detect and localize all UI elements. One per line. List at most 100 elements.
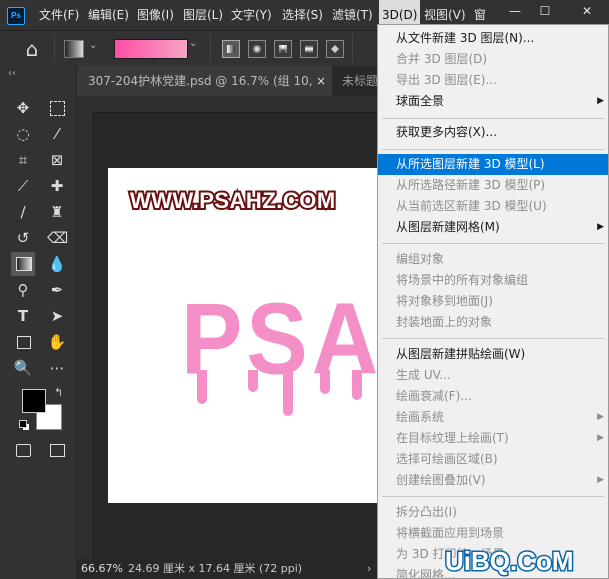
menu-item-new-3d-layer-from-file[interactable]: 从文件新建 3D 图层(N)... bbox=[378, 28, 608, 49]
menu-separator bbox=[382, 243, 604, 244]
path-selection-tool-icon[interactable]: ➤ bbox=[47, 306, 67, 326]
menu-item-paint-on-target-texture[interactable]: 在目标纹理上绘画(T) ▶ bbox=[378, 428, 608, 449]
zoom-level[interactable]: 66.67% bbox=[81, 559, 123, 579]
menu-item-merge-3d-layers[interactable]: 合并 3D 图层(D) bbox=[378, 49, 608, 70]
frame-tool-icon[interactable]: ⊠ bbox=[47, 150, 67, 170]
linear-gradient-button[interactable] bbox=[222, 40, 240, 58]
menu-item-generate-uv[interactable]: 生成 UV... bbox=[378, 365, 608, 386]
paint-drip bbox=[197, 370, 207, 404]
menu-item-split-extrusion[interactable]: 拆分凸出(I) bbox=[378, 502, 608, 523]
move-tool-icon[interactable]: ✥ bbox=[13, 98, 33, 118]
watermark-logo: UiBQ.CoM bbox=[444, 545, 576, 578]
menu-separator bbox=[382, 338, 604, 339]
angle-gradient-button[interactable] bbox=[274, 40, 292, 58]
doc-tab-2[interactable]: 未标题 bbox=[342, 66, 377, 96]
eyedropper-tool-icon[interactable]: ⟋ bbox=[13, 176, 33, 196]
paint-drip bbox=[248, 370, 258, 392]
history-brush-tool-icon[interactable]: ↺ bbox=[13, 228, 33, 248]
3d-dropdown-menu: 从文件新建 3D 图层(N)... 合并 3D 图层(D) 导出 3D 图层(E… bbox=[377, 24, 609, 579]
menu-item-new-mesh-from-layer[interactable]: 从图层新建网格(M) ▶ bbox=[378, 217, 608, 238]
menu-layer[interactable]: 图层(L) bbox=[183, 0, 223, 30]
menu-item-label: 创建绘图叠加(V) bbox=[396, 473, 486, 487]
menu-item-select-paintable-areas[interactable]: 选择可绘画区域(B) bbox=[378, 449, 608, 470]
brush-tool-icon[interactable]: ∕ bbox=[13, 202, 33, 222]
close-window-button[interactable]: ✕ bbox=[572, 0, 602, 22]
menu-item-apply-cross-section[interactable]: 将横截面应用到场景 bbox=[378, 523, 608, 544]
menu-select[interactable]: 选择(S) bbox=[282, 0, 323, 30]
submenu-arrow-icon: ▶ bbox=[597, 222, 604, 232]
status-chevron-icon[interactable]: › bbox=[367, 559, 371, 579]
zoom-tool-icon[interactable]: 🔍 bbox=[13, 358, 33, 378]
close-tab-icon[interactable]: × bbox=[316, 66, 330, 96]
magic-wand-tool-icon[interactable]: ⁄ bbox=[47, 124, 67, 144]
gradient-tool-preset-icon[interactable] bbox=[64, 40, 84, 58]
vertical-ruler bbox=[77, 112, 94, 559]
menu-item-label: 在目标纹理上绘画(T) bbox=[396, 431, 509, 445]
menu-item-get-more-content[interactable]: 获取更多内容(X)... bbox=[378, 122, 608, 143]
menu-edit[interactable]: 编辑(E) bbox=[88, 0, 129, 30]
home-icon[interactable]: ⌂ bbox=[20, 37, 44, 61]
menu-image[interactable]: 图像(I) bbox=[137, 0, 174, 30]
menu-item-label: 从图层新建网格(M) bbox=[396, 220, 500, 234]
gradient-picker-chevron-icon[interactable]: ⌄ bbox=[189, 38, 201, 58]
pen-tool-icon[interactable]: ✒ bbox=[47, 280, 67, 300]
menu-item-spherical-panorama[interactable]: 球面全景 ▶ bbox=[378, 91, 608, 112]
menu-separator bbox=[382, 118, 604, 119]
foreground-color-swatch[interactable] bbox=[22, 389, 46, 413]
rectangle-tool-icon[interactable] bbox=[13, 332, 33, 352]
menu-item-new-tiled-painting[interactable]: 从图层新建拼贴绘画(W) bbox=[378, 344, 608, 365]
blur-tool-icon[interactable]: 💧 bbox=[47, 254, 67, 274]
submenu-arrow-icon: ▶ bbox=[597, 433, 604, 443]
marquee-tool-icon[interactable] bbox=[47, 98, 67, 118]
swap-colors-icon[interactable]: ↰ bbox=[54, 386, 63, 399]
menu-item-group-objects[interactable]: 编组对象 bbox=[378, 249, 608, 270]
menu-item-label: 球面全景 bbox=[396, 94, 445, 108]
chevron-down-icon[interactable]: ⌄ bbox=[89, 40, 97, 51]
quick-mask-icon[interactable] bbox=[13, 441, 33, 461]
minimize-button[interactable]: — bbox=[500, 0, 530, 22]
document-size: 24.69 厘米 x 17.64 厘米 (72 ppi) bbox=[128, 562, 303, 575]
menu-item-paint-falloff[interactable]: 绘画衰减(F)... bbox=[378, 386, 608, 407]
maximize-button[interactable]: ☐ bbox=[530, 0, 560, 22]
crop-tool-icon[interactable]: ⌗ bbox=[13, 150, 33, 170]
paint-drip bbox=[283, 370, 293, 416]
menu-item-export-3d-layer[interactable]: 导出 3D 图层(E)... bbox=[378, 70, 608, 91]
options-separator bbox=[210, 34, 211, 62]
gradient-swatch[interactable] bbox=[114, 39, 188, 59]
gradient-tool-icon[interactable] bbox=[11, 252, 35, 276]
menu-item-new-3d-model-from-selection[interactable]: 从当前选区新建 3D 模型(U) bbox=[378, 196, 608, 217]
diamond-gradient-button[interactable] bbox=[326, 40, 344, 58]
hand-tool-icon[interactable]: ✋ bbox=[47, 332, 67, 352]
menu-file[interactable]: 文件(F) bbox=[39, 0, 79, 30]
menu-filter[interactable]: 滤镜(T) bbox=[332, 0, 373, 30]
clone-stamp-tool-icon[interactable]: ♜ bbox=[47, 202, 67, 222]
collapse-panel-icon[interactable]: ‹‹ bbox=[8, 68, 16, 79]
submenu-arrow-icon: ▶ bbox=[597, 96, 604, 106]
photoshop-logo: Ps bbox=[7, 7, 25, 25]
submenu-arrow-icon: ▶ bbox=[597, 475, 604, 485]
type-tool-icon[interactable]: T bbox=[13, 306, 33, 326]
options-separator bbox=[352, 34, 353, 62]
doc-tab-1[interactable]: 307-204护林党建.psd @ 16.7% (组 10,... bbox=[88, 66, 313, 96]
screen-mode-icon[interactable] bbox=[47, 441, 67, 461]
menu-item-create-painting-overlay[interactable]: 创建绘图叠加(V) ▶ bbox=[378, 470, 608, 491]
healing-brush-tool-icon[interactable]: ✚ bbox=[47, 176, 67, 196]
reflected-gradient-button[interactable] bbox=[300, 40, 318, 58]
menu-item-new-3d-model-from-layer[interactable]: 从所选图层新建 3D 模型(L) bbox=[378, 154, 608, 175]
default-colors-icon[interactable] bbox=[19, 420, 30, 431]
lasso-tool-icon[interactable]: ◌ bbox=[13, 124, 33, 144]
horizontal-ruler bbox=[77, 96, 377, 113]
menu-type[interactable]: 文字(Y) bbox=[231, 0, 272, 30]
dodge-tool-icon[interactable]: ⚲ bbox=[13, 280, 33, 300]
options-separator bbox=[54, 34, 55, 62]
menu-item-paint-system[interactable]: 绘画系统 ▶ bbox=[378, 407, 608, 428]
menu-item-move-to-ground[interactable]: 将对象移到地面(J) bbox=[378, 291, 608, 312]
paint-drip bbox=[352, 370, 362, 400]
menu-item-new-3d-model-from-path[interactable]: 从所选路径新建 3D 模型(P) bbox=[378, 175, 608, 196]
menu-item-group-all-objects[interactable]: 将场景中的所有对象编组 bbox=[378, 270, 608, 291]
eraser-tool-icon[interactable]: ⌫ bbox=[47, 228, 68, 248]
menu-item-pack-objects[interactable]: 封装地面上的对象 bbox=[378, 312, 608, 333]
radial-gradient-button[interactable] bbox=[248, 40, 266, 58]
paint-drip bbox=[320, 370, 330, 394]
more-tools-icon[interactable]: ⋯ bbox=[47, 358, 67, 378]
